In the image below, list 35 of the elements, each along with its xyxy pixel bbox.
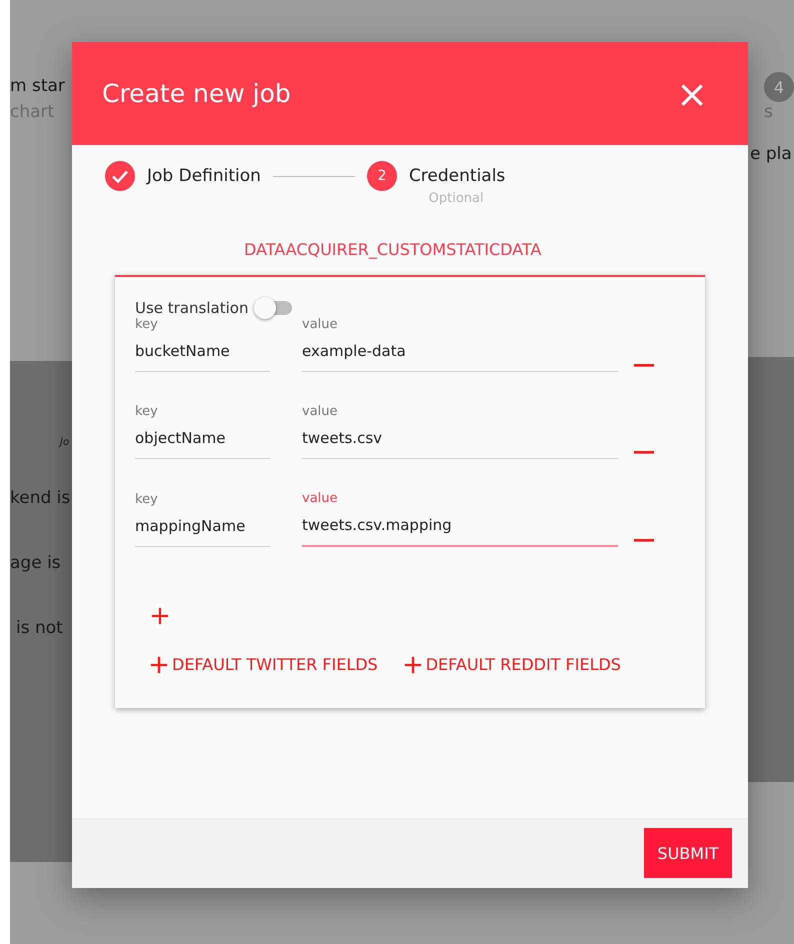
- step-label[interactable]: Job Definition: [147, 166, 261, 186]
- field-label: key: [135, 404, 159, 419]
- background-text: Jo: [60, 437, 70, 448]
- background-text: age is: [10, 553, 62, 573]
- field-label: key: [135, 492, 159, 507]
- key-field[interactable]: objectName: [135, 429, 270, 459]
- background-text: kend is: [10, 488, 72, 508]
- toggle-label: Use translation: [135, 299, 248, 317]
- add-default-fields-button[interactable]: DEFAULT TWITTER FIELDS: [150, 655, 378, 674]
- step-number: 2: [366, 161, 397, 191]
- add-default-fields-button[interactable]: DEFAULT REDDIT FIELDS: [404, 655, 621, 674]
- background-text: is not: [16, 618, 64, 638]
- field-label: key: [135, 317, 159, 332]
- value-field[interactable]: tweets.csv.mapping: [302, 516, 618, 547]
- key-field[interactable]: bucketName: [135, 342, 270, 372]
- dialog-title: Create new job: [102, 79, 291, 108]
- remove-icon[interactable]: [634, 364, 654, 368]
- value-field[interactable]: tweets.csv: [302, 429, 618, 459]
- step-label[interactable]: Credentials: [408, 166, 506, 186]
- plus-icon: [404, 656, 422, 674]
- submit-button[interactable]: SUBMIT: [644, 828, 732, 878]
- plus-icon: [150, 656, 168, 674]
- key-field[interactable]: mappingName: [135, 517, 270, 547]
- step-note: Optional: [428, 191, 484, 206]
- background-text: e pla: [750, 144, 793, 164]
- add-icon[interactable]: [151, 607, 169, 625]
- step-badge: 4: [764, 72, 794, 102]
- field-label: value: [302, 317, 339, 332]
- remove-icon[interactable]: [634, 539, 654, 543]
- background-text: m star: [10, 76, 66, 96]
- section-title: DATAACQUIRER_CUSTOMSTATICDATA: [244, 240, 542, 259]
- value-field[interactable]: example-data: [302, 342, 618, 372]
- field-label: value: [302, 404, 339, 419]
- field-label: value: [302, 491, 339, 506]
- remove-icon[interactable]: [634, 451, 654, 455]
